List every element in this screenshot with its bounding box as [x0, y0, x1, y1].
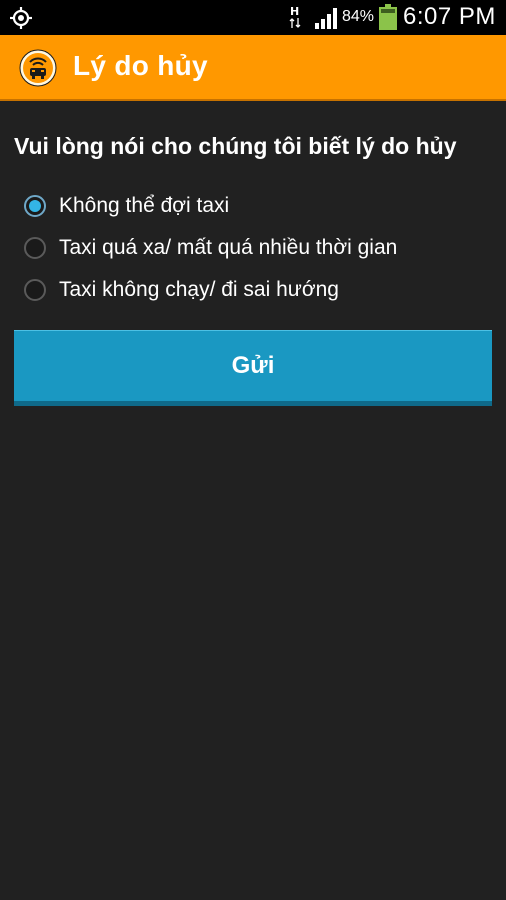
option-label: Taxi quá xa/ mất quá nhiều thời gian	[59, 236, 398, 259]
location-icon	[10, 7, 32, 29]
battery-icon	[379, 4, 397, 30]
cancel-reason-prompt: Vui lòng nói cho chúng tôi biết lý do hủ…	[14, 133, 457, 159]
radio-button-checked[interactable]	[24, 195, 46, 217]
network-h-icon: H	[289, 5, 301, 28]
status-bar: H 84% 6:07 PM	[0, 0, 506, 35]
submit-button[interactable]: Gửi	[14, 330, 492, 406]
option-wrong-direction[interactable]: Taxi không chạy/ đi sai hướng	[0, 269, 506, 311]
option-label: Không thể đợi taxi	[59, 194, 230, 217]
status-time: 6:07 PM	[403, 3, 496, 30]
battery-percent: 84%	[342, 8, 375, 25]
svg-text:H: H	[290, 5, 299, 18]
page-title: Lý do hủy	[73, 50, 208, 81]
radio-button[interactable]	[24, 237, 46, 259]
app-bar: Lý do hủy	[0, 35, 506, 99]
cancel-reason-options: Không thể đợi taxi Taxi quá xa/ mất quá …	[0, 185, 506, 311]
option-too-far[interactable]: Taxi quá xa/ mất quá nhiều thời gian	[0, 227, 506, 269]
signal-icon	[315, 8, 337, 29]
radio-button[interactable]	[24, 279, 46, 301]
taxi-logo-icon[interactable]	[19, 49, 57, 87]
option-cannot-wait[interactable]: Không thể đợi taxi	[0, 185, 506, 227]
option-label: Taxi không chạy/ đi sai hướng	[59, 278, 339, 301]
